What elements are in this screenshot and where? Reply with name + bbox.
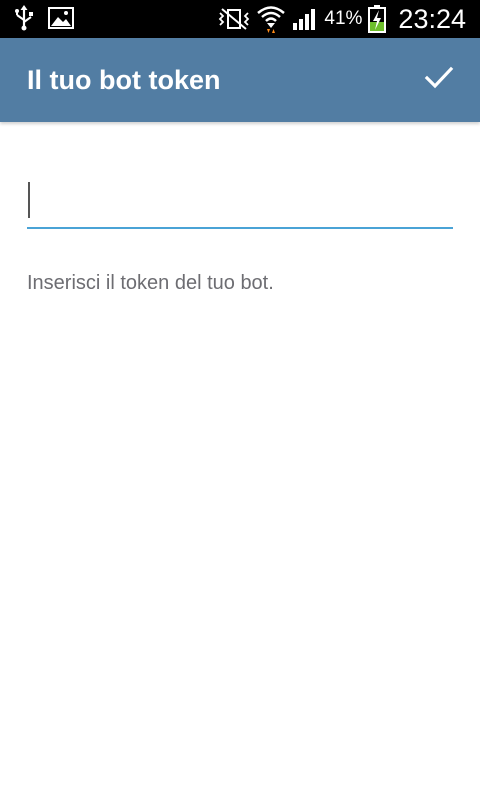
check-icon: [424, 66, 454, 95]
clock: 23:24: [398, 3, 466, 34]
screen: 41% 23:24 Il tuo bot token Inserisci il …: [0, 0, 480, 800]
wifi-icon: [256, 4, 286, 34]
status-bar-left: [14, 5, 74, 31]
token-input-container: [27, 176, 453, 229]
vibrate-mute-icon: [218, 7, 250, 31]
usb-icon: [14, 5, 34, 31]
image-notification-icon: [48, 7, 74, 29]
token-input[interactable]: [27, 176, 453, 225]
status-bar: 41% 23:24: [0, 0, 480, 38]
done-button[interactable]: [414, 55, 464, 105]
text-cursor: [28, 182, 30, 218]
page-title: Il tuo bot token: [27, 65, 221, 95]
battery-percent: 41%: [324, 8, 363, 29]
action-bar: Il tuo bot token: [0, 38, 480, 122]
helper-text: Inserisci il token del tuo bot.: [27, 272, 274, 294]
battery-charging-icon: [368, 5, 387, 33]
signal-icon: [292, 7, 318, 31]
status-bar-right: 41% 23:24: [218, 0, 466, 38]
